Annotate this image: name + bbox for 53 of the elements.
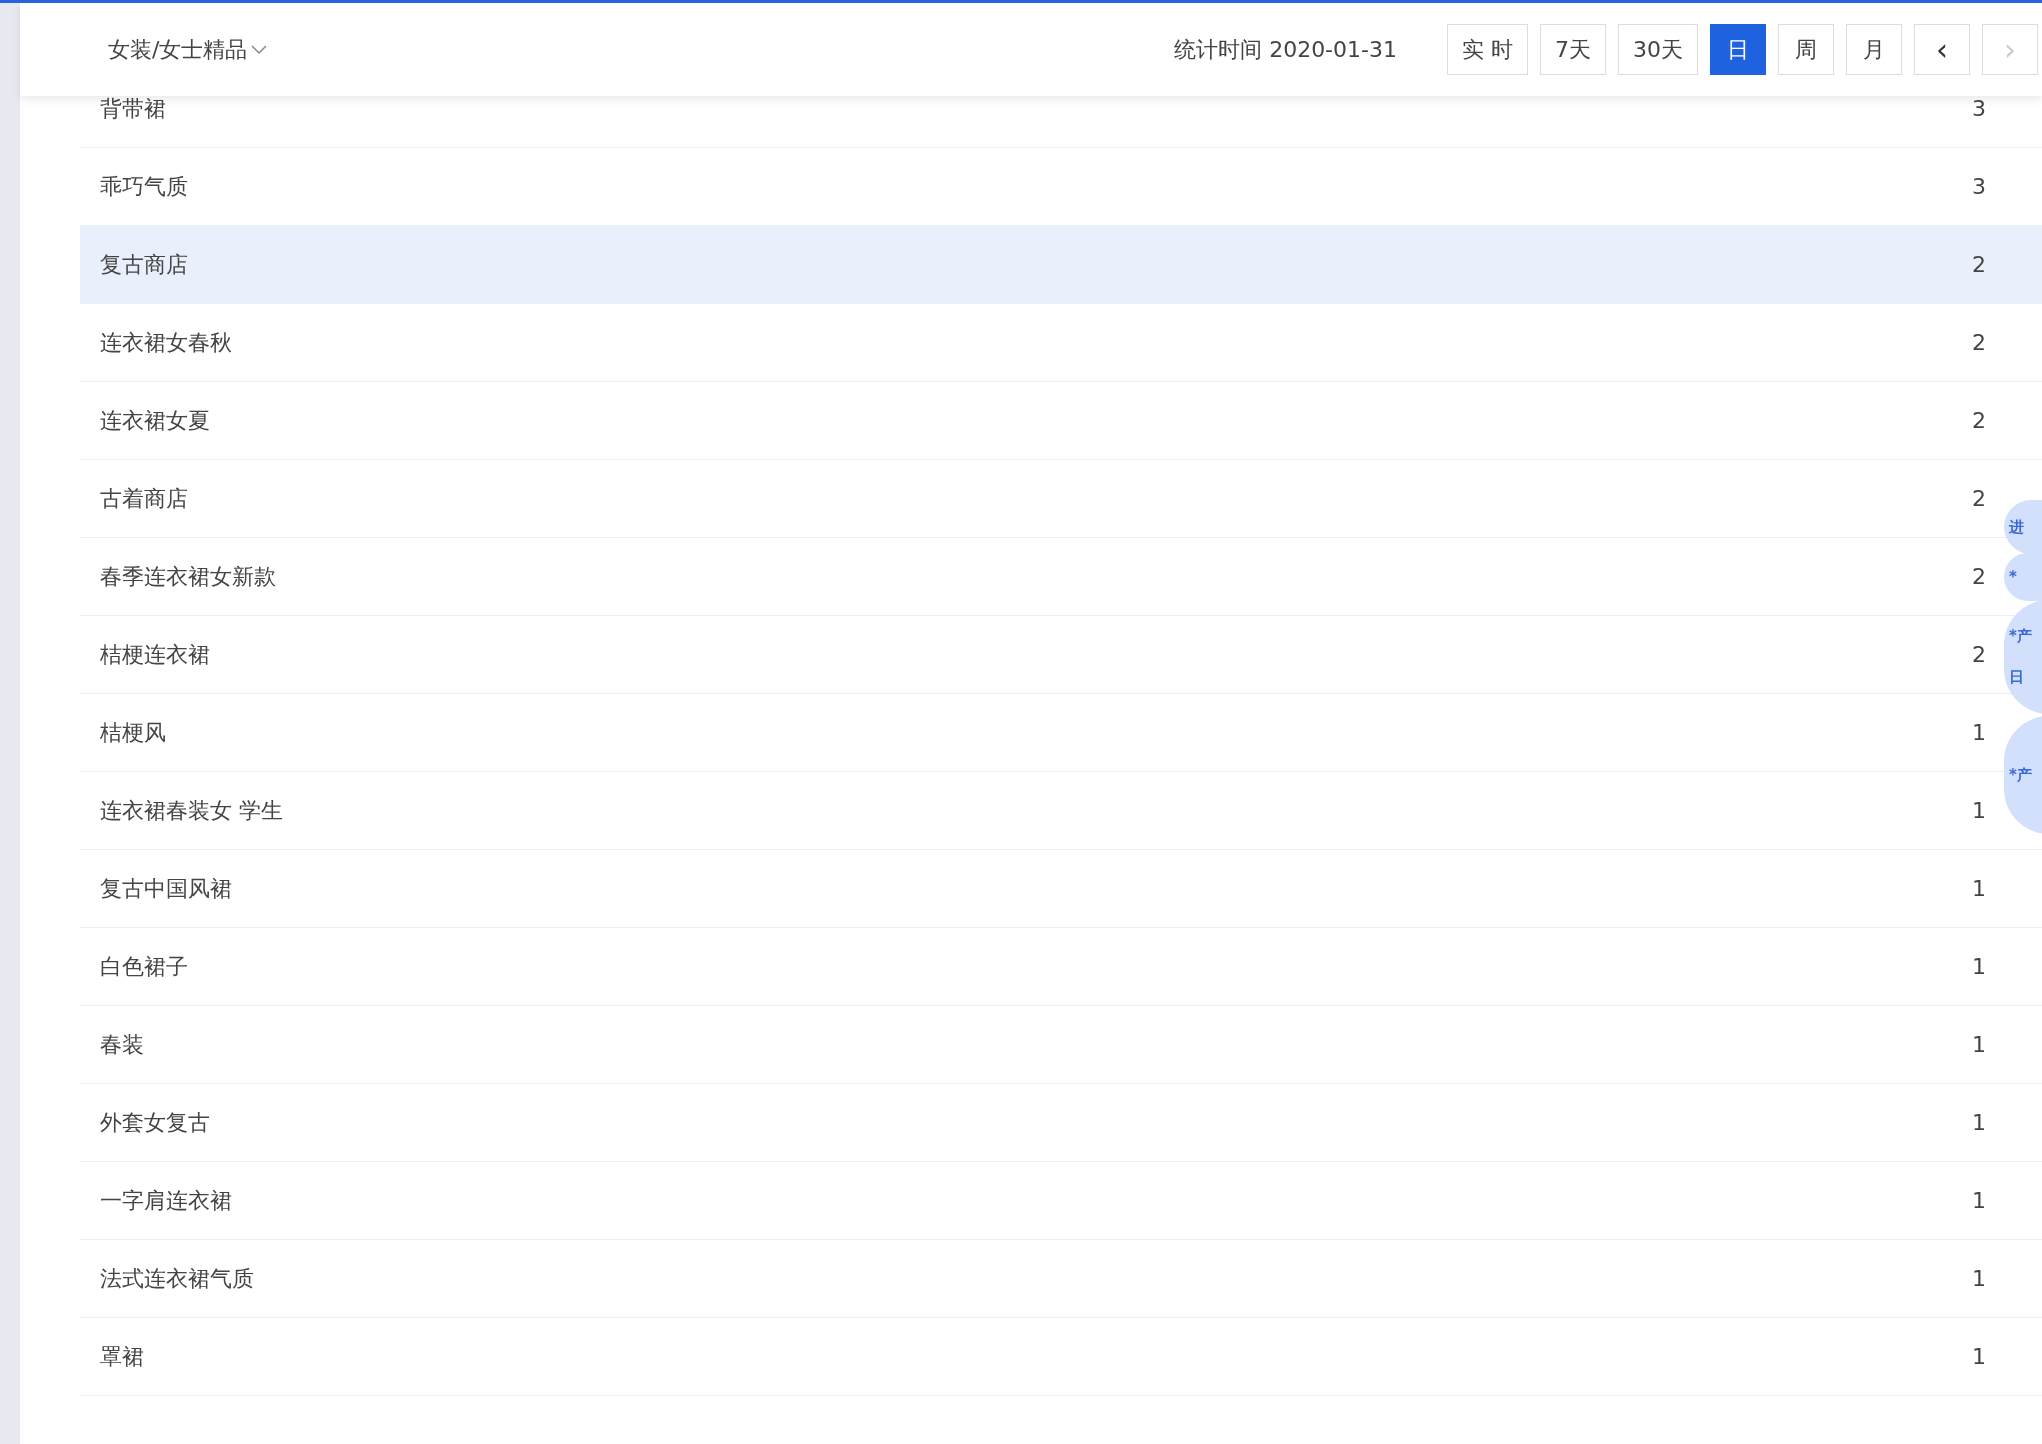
- previous-button[interactable]: ‹: [1914, 24, 1970, 75]
- period-button[interactable]: 30天: [1618, 24, 1698, 75]
- keyword-text: 复古中国风裙: [100, 874, 232, 903]
- count-value: 2: [1972, 408, 1986, 433]
- keyword-text: 白色裙子: [100, 952, 188, 981]
- keyword-text: 罩裙: [100, 1342, 144, 1371]
- bubble-text: 日: [2009, 668, 2024, 687]
- count-value: 1: [1972, 798, 1986, 823]
- count-value: 2: [1972, 642, 1986, 667]
- count-value: 1: [1972, 1266, 1986, 1291]
- period-button[interactable]: 月: [1846, 24, 1902, 75]
- keyword-text: 外套女复古: [100, 1108, 210, 1137]
- count-value: 3: [1972, 174, 1986, 199]
- count-value: 1: [1972, 954, 1986, 979]
- keyword-text: 桔梗风: [100, 718, 166, 747]
- period-button[interactable]: 周: [1778, 24, 1834, 75]
- keyword-text: 法式连衣裙气质: [100, 1264, 254, 1293]
- floating-bubble[interactable]: *产 日: [2004, 600, 2042, 714]
- bubble-text: 进: [2009, 517, 2024, 537]
- count-value: 1: [1972, 876, 1986, 901]
- count-value: 2: [1972, 252, 1986, 277]
- bubble-text: *: [2009, 568, 2017, 586]
- stat-time-text: 统计时间 2020-01-31: [1174, 35, 1397, 64]
- keyword-text: 一字肩连衣裙: [100, 1186, 232, 1215]
- period-button[interactable]: 7天: [1540, 24, 1606, 75]
- count-value: 1: [1972, 720, 1986, 745]
- floating-bubble[interactable]: *产: [2004, 716, 2042, 834]
- bubble-text: *产: [2009, 765, 2032, 785]
- period-button[interactable]: 日: [1710, 24, 1766, 75]
- keyword-text: 复古商店: [100, 250, 188, 279]
- keyword-text: 古着商店: [100, 484, 188, 513]
- count-value: 1: [1972, 1188, 1986, 1213]
- bubble-text: *产: [2009, 627, 2032, 646]
- keyword-text: 春季连衣裙女新款: [100, 562, 276, 591]
- count-value: 2: [1972, 330, 1986, 355]
- keyword-text: 春装: [100, 1030, 144, 1059]
- count-value: 2: [1972, 564, 1986, 589]
- count-value: 1: [1972, 1110, 1986, 1135]
- keyword-text: 乖巧气质: [100, 172, 188, 201]
- keyword-text: 连衣裙春装女 学生: [100, 796, 283, 825]
- keyword-text: 背带裙: [100, 94, 166, 123]
- floating-bubble[interactable]: *: [2004, 553, 2042, 601]
- keyword-text: 连衣裙女春秋: [100, 328, 232, 357]
- count-value: 3: [1972, 96, 1986, 121]
- period-button[interactable]: 实 时: [1447, 24, 1528, 75]
- keyword-text: 连衣裙女夏: [100, 406, 210, 435]
- category-dropdown[interactable]: 女装/女士精品: [108, 34, 268, 65]
- count-value: 1: [1972, 1344, 1986, 1369]
- count-value: 2: [1972, 486, 1986, 511]
- keyword-text: 桔梗连衣裙: [100, 640, 210, 669]
- count-value: 1: [1972, 1032, 1986, 1057]
- chevron-down-icon: [251, 44, 268, 55]
- floating-bubble[interactable]: 进: [2004, 500, 2042, 554]
